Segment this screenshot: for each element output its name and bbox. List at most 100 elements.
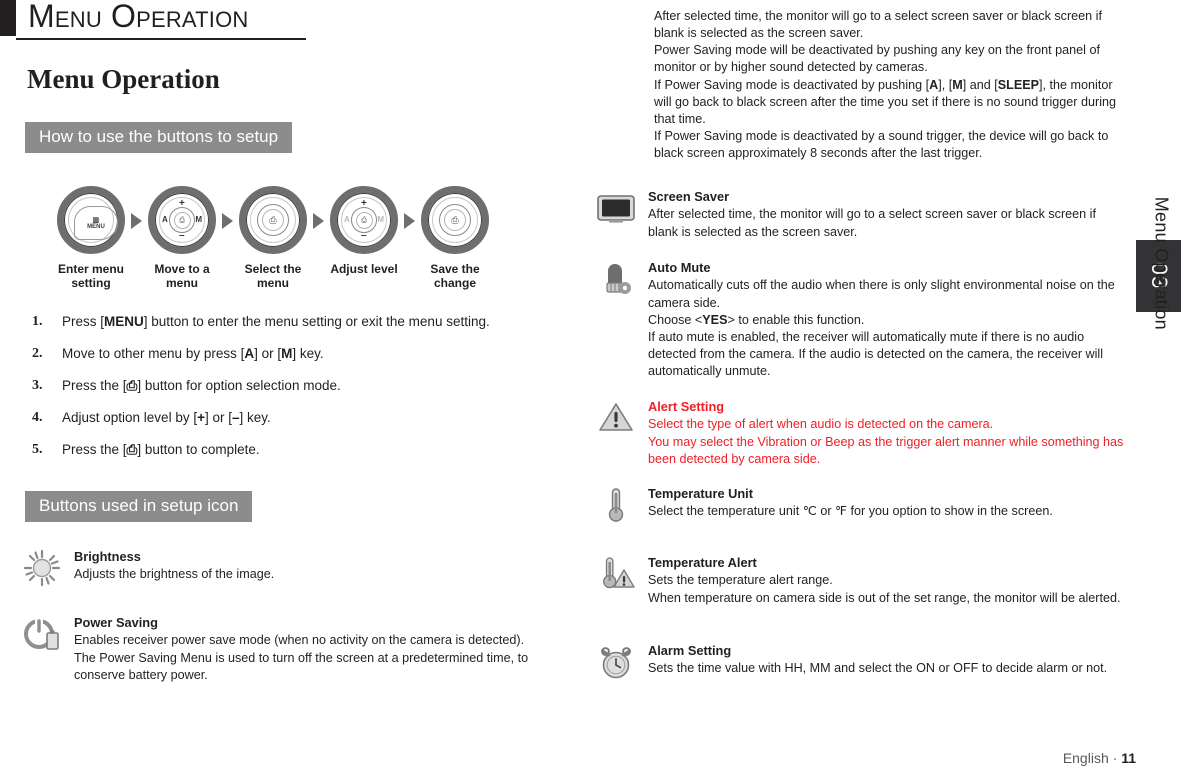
flow-step-2: A M + – ⎙ Move to a menu — [143, 186, 221, 290]
entry-title: Alarm Setting — [648, 643, 732, 658]
dial-plus-minus-button-icon: A M + – ⎙ — [330, 186, 398, 254]
entry-title: Power Saving — [74, 615, 158, 630]
flow-arrow-icon-4 — [404, 213, 415, 229]
flow-caption-5: Save the change — [430, 262, 480, 291]
flow-arrow-icon-3 — [313, 213, 324, 229]
entry-text: Automatically cuts off the audio when th… — [648, 277, 1124, 380]
entry-body: Power Saving Enables receiver power save… — [74, 614, 562, 684]
power-saving-battery-icon — [22, 614, 74, 684]
key-label: M — [281, 345, 293, 361]
alarm-setting-clock-icon — [596, 642, 648, 682]
intro-paragraph: If Power Saving mode is deactivated by p… — [654, 77, 1117, 126]
step-text: Press the [⎙] button for option selectio… — [62, 377, 341, 393]
key-label: – — [232, 409, 240, 425]
key-label: M — [952, 77, 963, 92]
setup-step-row: 5. Press the [⎙] button to complete. — [32, 442, 552, 459]
entry-text: Enables receiver power save mode (when n… — [74, 633, 529, 682]
page-title: Menu Operation — [27, 64, 220, 94]
entry-text: Select the type of alert when audio is d… — [648, 417, 1124, 466]
flow-step-3: ⎙ Select the menu — [234, 186, 312, 290]
step-number: 5. — [32, 441, 43, 457]
entry-title: Brightness — [74, 549, 141, 564]
dial-label-a: A — [162, 215, 168, 224]
entry-body: Screen Saver After selected time, the mo… — [648, 188, 1124, 241]
step-text: Move to other menu by press [A] or [M] k… — [62, 345, 324, 361]
entry-body: Temperature Alert Sets the temperature a… — [648, 554, 1121, 607]
dial-menu-button-icon: ▥ MENU — [57, 186, 125, 254]
flow-caption-2: Move to a menu — [154, 262, 210, 291]
footer-separator: · — [1112, 750, 1118, 766]
chapter-label: Menu Operation — [1151, 196, 1171, 330]
entry-auto-mute: Auto Mute Automatically cuts off the aud… — [596, 259, 1124, 380]
entry-body: Alarm Setting Sets the time value with H… — [648, 642, 1107, 682]
auto-mute-microphone-icon — [596, 259, 648, 380]
entry-title: Screen Saver — [648, 189, 730, 204]
step-text: Adjust option level by [+] or [–] key. — [62, 409, 271, 425]
key-label: A — [929, 77, 939, 92]
flow-arrow-icon-2 — [222, 213, 233, 229]
dial-select-button-icon: ⎙ — [239, 186, 307, 254]
entry-title: Alert Setting — [648, 399, 725, 414]
dial-label-a-dim: A — [344, 215, 350, 224]
dial-a-m-button-icon: A M + – ⎙ — [148, 186, 216, 254]
dial-label-m: M — [195, 215, 202, 224]
footer-page-number: 11 — [1121, 750, 1136, 766]
entry-temperature-alert: Temperature Alert Sets the temperature a… — [596, 554, 1124, 607]
key-label: + — [197, 409, 205, 425]
entry-text: Sets the temperature alert range. When t… — [648, 573, 1121, 605]
step-text: Press [MENU] button to enter the menu se… — [62, 314, 490, 329]
screen-saver-monitor-icon — [596, 188, 648, 241]
flow-step-4: A M + – ⎙ Adjust level — [325, 186, 403, 276]
dial-save-button-icon: ⎙ — [421, 186, 489, 254]
flow-caption-3: Select the menu — [244, 262, 302, 291]
entry-title: Auto Mute — [648, 260, 711, 275]
brightness-sun-icon — [22, 548, 74, 588]
left-column: Menu Operation How to use the buttons to… — [0, 0, 590, 780]
intro-paragraph: Power Saving mode will be deactivated by… — [654, 43, 1100, 75]
section-header-how-to-use: How to use the buttons to setup — [25, 122, 293, 153]
step-number: 3. — [32, 377, 43, 393]
entry-power-saving: Power Saving Enables receiver power save… — [22, 614, 562, 684]
temperature-unit-thermometer-icon — [596, 485, 648, 525]
entry-title: Temperature Unit — [648, 486, 753, 501]
entry-body: Alert Setting Select the type of alert w… — [648, 398, 1124, 468]
key-label: MENU — [104, 314, 144, 329]
setup-step-row: 1. Press [MENU] button to enter the menu… — [32, 314, 552, 331]
entry-text: Adjusts the brightness of the image. — [74, 567, 275, 582]
step-number: 2. — [32, 345, 43, 361]
temperature-alert-thermometer-warning-icon — [596, 554, 648, 607]
footer-language: English — [1062, 750, 1109, 766]
flow-arrow-icon-1 — [131, 213, 142, 229]
entry-brightness: Brightness Adjusts the brightness of the… — [22, 548, 562, 588]
button-flow-diagram: ▥ MENU Enter menu setting A M + – ⎙ Move … — [52, 186, 494, 290]
entry-screen-saver: Screen Saver After selected time, the mo… — [596, 188, 1124, 241]
manual-page: Menu Operation Menu Operation How to use… — [0, 0, 1181, 780]
flow-caption-4: Adjust level — [330, 262, 398, 276]
power-saving-continued-text: After selected time, the monitor will go… — [654, 8, 1124, 162]
key-label: SLEEP — [997, 77, 1040, 92]
entry-temperature-unit: Temperature Unit Select the temperature … — [596, 485, 1124, 525]
entry-alert-setting: Alert Setting Select the type of alert w… — [596, 398, 1124, 468]
page-footer: English · 11 — [1063, 750, 1136, 766]
select-key-icon: ⎙ — [126, 377, 138, 393]
entry-body: Brightness Adjusts the brightness of the… — [74, 548, 274, 588]
step-number: 4. — [32, 409, 43, 425]
dial-label-m-dim: M — [377, 215, 384, 224]
flow-step-1: ▥ MENU Enter menu setting — [52, 186, 130, 290]
entry-text: Sets the time value with HH, MM and sele… — [648, 661, 1108, 676]
flow-caption-1: Enter menu setting — [57, 262, 124, 291]
step-number: 1. — [32, 314, 43, 329]
entry-body: Auto Mute Automatically cuts off the aud… — [648, 259, 1124, 380]
entry-alarm-setting: Alarm Setting Sets the time value with H… — [596, 642, 1124, 682]
select-key-icon: ⎙ — [126, 441, 138, 457]
alert-setting-warning-icon — [596, 398, 648, 468]
intro-paragraph: If Power Saving mode is deactivated by a… — [654, 128, 1109, 160]
entry-body: Temperature Unit Select the temperature … — [648, 485, 1053, 525]
section-header-buttons-icon: Buttons used in setup icon — [25, 491, 253, 522]
auto-mute-choose-line: Choose <YES> to enable this function. — [648, 312, 865, 327]
setup-steps-list: 1. Press [MENU] button to enter the menu… — [32, 314, 552, 473]
setup-step-row: 4. Adjust option level by [+] or [–] key… — [32, 410, 552, 427]
setup-step-row: 3. Press the [⎙] button for option selec… — [32, 378, 552, 395]
flow-step-5: ⎙ Save the change — [416, 186, 494, 290]
key-label: A — [244, 345, 255, 361]
